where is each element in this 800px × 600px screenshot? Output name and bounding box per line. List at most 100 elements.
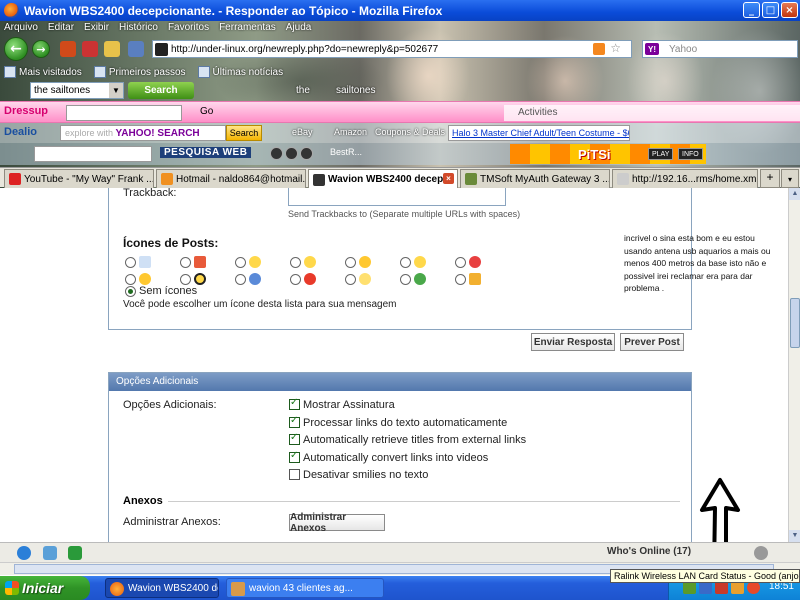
scroll-up-icon[interactable]: ▲ [789, 188, 800, 200]
play-icon[interactable] [285, 147, 298, 160]
stop-icon[interactable] [300, 147, 313, 160]
tab-hotmail[interactable]: Hotmail - naldo864@hotmail.... [156, 169, 306, 188]
gear-icon[interactable] [754, 546, 768, 560]
trackback-input[interactable] [288, 188, 506, 206]
dressup-search-input[interactable] [66, 105, 182, 121]
whos-online-link[interactable]: Who's Online (17) [607, 546, 691, 557]
document-icon [139, 256, 151, 268]
checkbox-convert-videos[interactable] [289, 450, 300, 463]
tab-wavion[interactable]: Wavion WBS2400 decep... × [308, 169, 458, 189]
forward-button[interactable]: → [32, 40, 50, 58]
checkbox-disable-smilies[interactable] [289, 469, 300, 480]
taskbar-item-wavion[interactable]: wavion 43 clientes ag... [226, 578, 384, 598]
tab-list-button[interactable]: ▾ [781, 169, 799, 188]
reload-icon[interactable] [60, 41, 76, 57]
youtube-icon [9, 173, 21, 185]
post-icon-radio[interactable] [180, 274, 191, 285]
start-button[interactable]: Iniciar [0, 576, 90, 600]
new-tab-button[interactable]: + [760, 169, 780, 188]
tab-close-icon[interactable]: × [443, 173, 454, 184]
window-titlebar[interactable]: Wavion WBS2400 decepcionante. - Responde… [0, 0, 800, 21]
checkbox-retrieve-titles[interactable] [289, 432, 300, 445]
scroll-down-icon[interactable]: ▼ [789, 530, 800, 542]
menu-editar[interactable]: Editar [48, 22, 74, 36]
checkbox-show-signature[interactable] [289, 397, 300, 410]
bookmark-primeiros-passos[interactable]: Primeiros passos [93, 64, 186, 80]
tab-youtube[interactable]: YouTube - "My Way" Frank ... [4, 169, 154, 188]
post-icon-radio[interactable] [345, 274, 356, 285]
minimize-button[interactable]: _ [743, 2, 760, 18]
yahoo-search-input[interactable]: explore with YAHOO! SEARCH [60, 125, 226, 141]
post-icon-radio[interactable] [125, 274, 136, 285]
ebay-link[interactable]: eBay [292, 127, 313, 137]
menu-ajuda[interactable]: Ajuda [286, 22, 312, 36]
pitsi-logo: PiTSi [578, 146, 611, 162]
toolbar-highlight-sailtones[interactable]: sailtones [336, 85, 375, 96]
prev-icon[interactable] [270, 147, 283, 160]
radio-station-label[interactable]: BestR... [330, 147, 362, 157]
dressup-go-button[interactable]: Go [200, 106, 213, 117]
vertical-scrollbar[interactable]: ▲ ▼ [788, 188, 800, 542]
menu-arquivo[interactable]: Arquivo [4, 22, 38, 36]
deal-ticker-link[interactable]: Halo 3 Master Chief Adult/Teen Costume -… [448, 125, 630, 141]
stop-icon[interactable] [82, 41, 98, 57]
toolbar-search-select[interactable]: the sailtones ▼ [30, 82, 124, 99]
bookmark-mais-visitados[interactable]: Mais visitados [4, 64, 82, 80]
post-icon-radio[interactable] [290, 274, 301, 285]
close-button[interactable]: × [781, 2, 798, 18]
bookmark-icon[interactable] [128, 41, 144, 57]
send-reply-button[interactable]: Enviar Resposta [531, 333, 615, 351]
no-icon-label: Sem ícones [139, 285, 198, 297]
maximize-button[interactable]: □ [762, 2, 779, 18]
pitsi-banner[interactable]: PiTSi PLAY INFO [510, 144, 706, 164]
no-icon-radio[interactable] [125, 286, 136, 297]
pesquisa-web-button[interactable]: PESQUISA WEB [160, 147, 252, 158]
preview-post-button[interactable]: Prever Post [620, 333, 684, 351]
pitsi-info-button[interactable]: INFO [678, 148, 703, 160]
rss-icon[interactable] [593, 43, 605, 55]
post-icon-radio[interactable] [455, 257, 466, 268]
back-button[interactable]: ← [4, 37, 28, 61]
post-icon-radio[interactable] [400, 257, 411, 268]
chevron-down-icon[interactable]: ▼ [109, 83, 123, 98]
pitsi-play-button[interactable]: PLAY [648, 148, 674, 160]
url-bar[interactable]: http://under-linux.org/newreply.php?do=n… [152, 40, 632, 58]
taskbar-item-firefox[interactable]: Wavion WBS2400 de... [105, 578, 219, 598]
globe-icon[interactable] [17, 546, 31, 560]
chat-icon[interactable] [43, 546, 57, 560]
toolbar-search-button[interactable]: Search [128, 82, 194, 99]
activities-button[interactable]: Activities [504, 105, 800, 121]
post-icon-radio[interactable] [235, 274, 246, 285]
vertical-scroll-thumb[interactable] [790, 298, 800, 348]
manage-attachments-button[interactable]: Administrar Anexos [289, 512, 385, 534]
home-icon[interactable] [104, 41, 120, 57]
additional-options-header[interactable]: Opções Adicionais [109, 373, 691, 391]
tab-tmsoft[interactable]: TMSoft MyAuth Gateway 3 ... [460, 169, 610, 188]
post-icon-radio[interactable] [235, 257, 246, 268]
star-icon[interactable]: ☆ [610, 41, 621, 55]
post-icon-radio[interactable] [290, 257, 301, 268]
window-title: Wavion WBS2400 decepcionante. - Responde… [24, 3, 443, 18]
toolbar-highlight-the[interactable]: the [296, 85, 310, 96]
post-icon-radio[interactable] [180, 257, 191, 268]
menu-bar: Arquivo Editar Exibir Histórico Favorito… [0, 22, 311, 36]
post-icon-radio[interactable] [400, 274, 411, 285]
checkbox-process-links[interactable] [289, 415, 300, 428]
coupons-link[interactable]: Coupons & Deals [375, 127, 445, 137]
post-icon-radio[interactable] [345, 257, 356, 268]
yahoo-icon[interactable]: Y! [645, 43, 659, 55]
post-icon-radio[interactable] [125, 257, 136, 268]
share-icon[interactable] [68, 546, 82, 560]
dealio-search-button[interactable]: Search [226, 125, 262, 141]
media-search-input[interactable] [34, 146, 152, 162]
post-icon-radio[interactable] [455, 274, 466, 285]
bookmark-ultimas-noticias[interactable]: Últimas notícias [197, 64, 283, 80]
menu-ferramentas[interactable]: Ferramentas [219, 22, 276, 36]
menu-favoritos[interactable]: Favoritos [168, 22, 209, 36]
search-input[interactable]: Y! Yahoo [642, 40, 798, 58]
amazon-link[interactable]: Amazon [334, 127, 367, 137]
menu-exibir[interactable]: Exibir [84, 22, 109, 36]
menu-historico[interactable]: Histórico [119, 22, 158, 36]
tab-192[interactable]: http://192.16...rms/home.xml [612, 169, 758, 188]
page-icon [617, 173, 629, 185]
